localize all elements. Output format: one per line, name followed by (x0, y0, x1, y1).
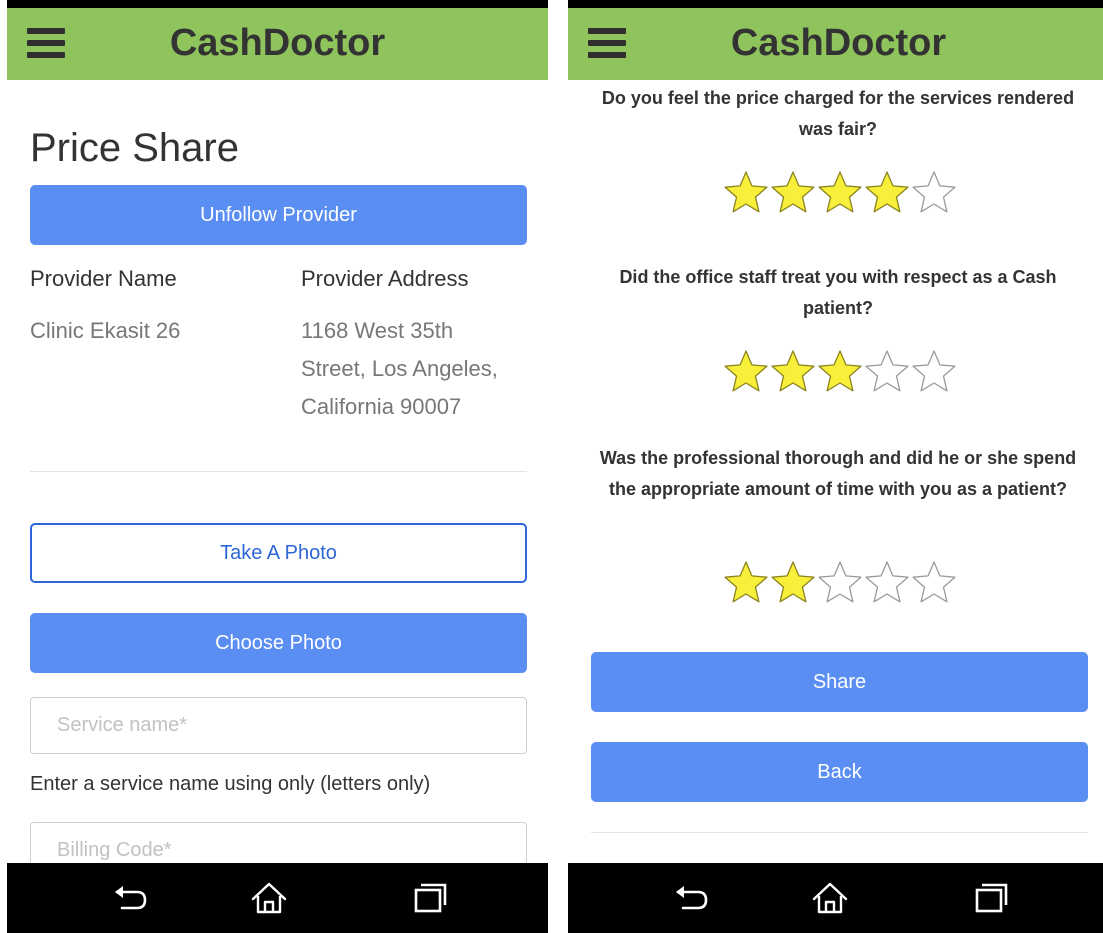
star-empty-icon[interactable] (911, 169, 957, 215)
star-filled-icon[interactable] (817, 169, 863, 215)
home-icon[interactable] (249, 881, 289, 915)
status-bar (7, 0, 548, 8)
main-content: Price Share Unfollow Provider Provider N… (7, 80, 548, 863)
star-filled-icon[interactable] (723, 559, 769, 605)
status-bar (568, 0, 1103, 8)
back-icon[interactable] (110, 881, 150, 915)
star-empty-icon[interactable] (911, 559, 957, 605)
provider-name-header: Provider Name (30, 266, 177, 291)
billing-code-input[interactable] (31, 823, 526, 863)
system-nav-bar (568, 863, 1103, 933)
divider (30, 471, 527, 472)
address-line: California 90007 (301, 394, 462, 419)
star-rating[interactable] (723, 559, 957, 607)
phone-screen-ratings: CashDoctor Do you feel the price charged… (568, 0, 1103, 933)
billing-code-field[interactable] (30, 822, 527, 863)
star-empty-icon[interactable] (817, 559, 863, 605)
take-photo-button[interactable]: Take A Photo (30, 523, 527, 583)
star-filled-icon[interactable] (770, 169, 816, 215)
rating-question: Did the office staff treat you with resp… (619, 267, 1057, 318)
back-button[interactable]: Back (591, 742, 1088, 802)
star-filled-icon[interactable] (723, 169, 769, 215)
service-name-input[interactable] (31, 698, 526, 753)
page-title: Price Share (30, 126, 239, 170)
app-header: CashDoctor (568, 8, 1103, 80)
back-icon[interactable] (671, 881, 711, 915)
divider (591, 832, 1088, 833)
star-filled-icon[interactable] (770, 348, 816, 394)
service-name-field[interactable] (30, 697, 527, 754)
app-title: CashDoctor (169, 22, 386, 64)
rating-question: Was the professional thorough and did he… (599, 448, 1077, 499)
address-line: 1168 West 35th (301, 318, 454, 343)
provider-address-value: 1168 West 35th Street, Los Angeles, Cali… (301, 312, 498, 426)
share-button[interactable]: Share (591, 652, 1088, 712)
app-title: CashDoctor (730, 22, 947, 64)
star-filled-icon[interactable] (723, 348, 769, 394)
service-name-help: Enter a service name using only (letters… (30, 773, 431, 795)
star-filled-icon[interactable] (817, 348, 863, 394)
star-rating[interactable] (723, 348, 957, 396)
recent-apps-icon[interactable] (971, 881, 1011, 915)
provider-name-value: Clinic Ekasit 26 (30, 318, 181, 343)
rating-question: Do you feel the price charged for the se… (601, 88, 1075, 139)
system-nav-bar (7, 863, 548, 933)
home-icon[interactable] (810, 881, 850, 915)
app-header: CashDoctor (7, 8, 548, 80)
star-empty-icon[interactable] (864, 559, 910, 605)
star-rating[interactable] (723, 169, 957, 217)
star-filled-icon[interactable] (770, 559, 816, 605)
choose-photo-button[interactable]: Choose Photo (30, 613, 527, 673)
phone-screen-price-share: CashDoctor Price Share Unfollow Provider… (7, 0, 548, 933)
recent-apps-icon[interactable] (410, 881, 450, 915)
star-filled-icon[interactable] (864, 169, 910, 215)
address-line: Street, Los Angeles, (301, 356, 498, 381)
star-empty-icon[interactable] (911, 348, 957, 394)
main-content: Do you feel the price charged for the se… (568, 80, 1103, 863)
star-empty-icon[interactable] (864, 348, 910, 394)
unfollow-provider-button[interactable]: Unfollow Provider (30, 185, 527, 245)
provider-address-header: Provider Address (301, 266, 469, 291)
